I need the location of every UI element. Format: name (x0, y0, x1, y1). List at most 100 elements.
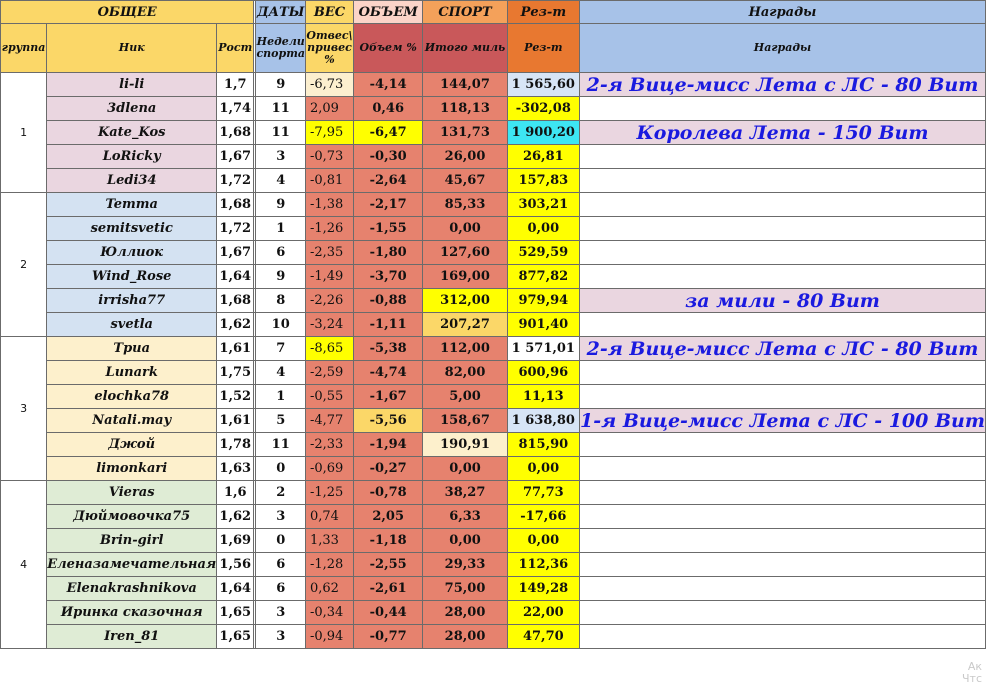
nick-cell[interactable]: Дюймовочка75 (46, 504, 218, 529)
weight-change-cell[interactable]: -0,94 (304, 624, 354, 649)
nick-cell[interactable]: semitsvetic (46, 216, 218, 241)
weight-change-cell[interactable]: -2,33 (304, 432, 354, 457)
total-miles-cell[interactable]: 144,07 (422, 72, 508, 97)
section-awards[interactable]: Награды (578, 0, 986, 24)
height-cell[interactable]: 1,52 (216, 384, 255, 409)
volume-pct-cell[interactable]: -4,74 (352, 360, 424, 385)
height-cell[interactable]: 1,7 (216, 72, 255, 97)
result-cell[interactable]: 22,00 (506, 600, 580, 625)
volume-pct-cell[interactable]: -0,44 (352, 600, 424, 625)
nick-cell[interactable]: Iren_81 (46, 624, 218, 649)
weeks-cell[interactable]: 11 (255, 432, 306, 457)
volume-pct-cell[interactable]: -0,88 (352, 288, 424, 313)
total-miles-cell[interactable]: 0,00 (422, 528, 508, 553)
section-sport[interactable]: СПОРТ (422, 0, 508, 24)
group-cell[interactable]: 1 (0, 72, 48, 193)
height-cell[interactable]: 1,69 (216, 528, 255, 553)
volume-pct-cell[interactable]: -0,77 (352, 624, 424, 649)
volume-pct-cell[interactable]: -3,70 (352, 264, 424, 289)
weeks-cell[interactable]: 3 (255, 624, 306, 649)
result-cell[interactable]: -17,66 (506, 504, 580, 529)
weeks-cell[interactable]: 3 (255, 144, 306, 169)
weeks-cell[interactable]: 6 (255, 240, 306, 265)
nick-cell[interactable]: irrisha77 (46, 288, 218, 313)
weeks-cell[interactable]: 2 (255, 480, 306, 505)
weeks-cell[interactable]: 1 (255, 384, 306, 409)
volume-pct-cell[interactable]: -2,55 (352, 552, 424, 577)
section-general[interactable]: ОБЩЕЕ (0, 0, 255, 24)
nick-cell[interactable]: Еленазамечательная (46, 552, 218, 577)
result-cell[interactable]: 303,21 (506, 192, 580, 217)
total-miles-cell[interactable]: 28,00 (422, 600, 508, 625)
volume-pct-cell[interactable]: -0,78 (352, 480, 424, 505)
award-cell[interactable]: 2-я Вице-мисс Лета с ЛС - 80 Вит (578, 72, 986, 97)
nick-cell[interactable]: Юллиок (46, 240, 218, 265)
award-cell[interactable] (578, 528, 986, 553)
height-cell[interactable]: 1,65 (216, 600, 255, 625)
nick-cell[interactable]: LoRicky (46, 144, 218, 169)
height-cell[interactable]: 1,72 (216, 168, 255, 193)
volume-pct-cell[interactable]: -2,64 (352, 168, 424, 193)
nick-cell[interactable]: Temma (46, 192, 218, 217)
volume-pct-cell[interactable]: -1,67 (352, 384, 424, 409)
weight-change-cell[interactable]: -1,38 (304, 192, 354, 217)
total-miles-cell[interactable]: 45,67 (422, 168, 508, 193)
nick-cell[interactable]: svetla (46, 312, 218, 337)
section-dates[interactable]: ДАТЫ (255, 0, 306, 24)
group-cell[interactable]: 2 (0, 192, 48, 337)
total-miles-cell[interactable]: 207,27 (422, 312, 508, 337)
result-cell[interactable]: 901,40 (506, 312, 580, 337)
award-cell[interactable]: Королева Лета - 150 Вит (578, 120, 986, 145)
weeks-cell[interactable]: 4 (255, 168, 306, 193)
weight-change-cell[interactable]: -1,26 (304, 216, 354, 241)
award-cell[interactable] (578, 312, 986, 337)
weight-change-cell[interactable]: -0,55 (304, 384, 354, 409)
nick-cell[interactable]: 3dlena (46, 96, 218, 121)
award-cell[interactable] (578, 624, 986, 649)
award-cell[interactable] (578, 144, 986, 169)
weeks-cell[interactable]: 0 (255, 456, 306, 481)
total-miles-cell[interactable]: 29,33 (422, 552, 508, 577)
weight-change-cell[interactable]: 0,74 (304, 504, 354, 529)
weight-change-cell[interactable]: -0,73 (304, 144, 354, 169)
award-cell[interactable] (578, 96, 986, 121)
total-miles-cell[interactable]: 118,13 (422, 96, 508, 121)
height-cell[interactable]: 1,75 (216, 360, 255, 385)
weeks-cell[interactable]: 10 (255, 312, 306, 337)
height-cell[interactable]: 1,68 (216, 192, 255, 217)
weight-change-cell[interactable]: -8,65 (304, 336, 354, 361)
result-cell[interactable]: 979,94 (506, 288, 580, 313)
total-miles-cell[interactable]: 75,00 (422, 576, 508, 601)
group-cell[interactable]: 3 (0, 336, 48, 481)
total-miles-cell[interactable]: 82,00 (422, 360, 508, 385)
height-cell[interactable]: 1,63 (216, 456, 255, 481)
nick-cell[interactable]: Иринка сказочная (46, 600, 218, 625)
nick-cell[interactable]: Brin-girl (46, 528, 218, 553)
weeks-cell[interactable]: 8 (255, 288, 306, 313)
group-cell[interactable]: 4 (0, 480, 48, 649)
volume-pct-cell[interactable]: -2,61 (352, 576, 424, 601)
result-cell[interactable]: 815,90 (506, 432, 580, 457)
total-miles-cell[interactable]: 169,00 (422, 264, 508, 289)
result-cell[interactable]: 47,70 (506, 624, 580, 649)
weight-change-cell[interactable]: 2,09 (304, 96, 354, 121)
total-miles-cell[interactable]: 0,00 (422, 216, 508, 241)
volume-pct-cell[interactable]: -0,30 (352, 144, 424, 169)
weeks-cell[interactable]: 1 (255, 216, 306, 241)
height-cell[interactable]: 1,61 (216, 336, 255, 361)
nick-cell[interactable]: Elenakrashnikova (46, 576, 218, 601)
total-miles-cell[interactable]: 6,33 (422, 504, 508, 529)
col-awards[interactable]: Награды (578, 23, 986, 73)
height-cell[interactable]: 1,67 (216, 240, 255, 265)
col-group[interactable]: группа (0, 23, 48, 73)
result-cell[interactable]: -302,08 (506, 96, 580, 121)
section-volume[interactable]: ОБЪЕМ (352, 0, 424, 24)
weeks-cell[interactable]: 9 (255, 72, 306, 97)
result-cell[interactable]: 0,00 (506, 456, 580, 481)
result-cell[interactable]: 1 565,60 (506, 72, 580, 97)
volume-pct-cell[interactable]: -1,18 (352, 528, 424, 553)
result-cell[interactable]: 0,00 (506, 528, 580, 553)
volume-pct-cell[interactable]: -0,27 (352, 456, 424, 481)
nick-cell[interactable]: elochka78 (46, 384, 218, 409)
result-cell[interactable]: 149,28 (506, 576, 580, 601)
